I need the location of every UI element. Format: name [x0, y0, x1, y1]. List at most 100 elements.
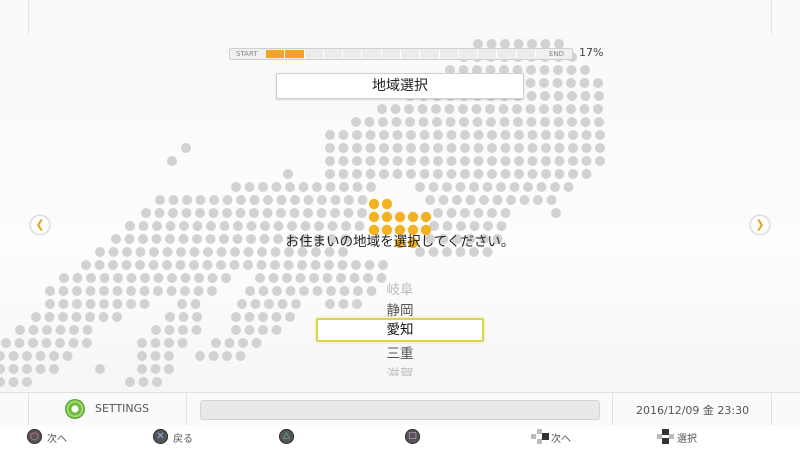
map-dot: [338, 156, 349, 166]
progress-segment: [400, 50, 421, 58]
map-dot: [541, 143, 551, 153]
picker-item-shiga[interactable]: 滋賀: [316, 363, 484, 376]
map-dot: [195, 351, 205, 361]
map-dot: [594, 117, 604, 127]
map-dot: [180, 273, 191, 283]
map-dot: [164, 364, 174, 374]
progress-segment: [497, 50, 517, 58]
map-dot: [207, 286, 217, 296]
map-dot: [525, 104, 536, 114]
map-dot: [285, 312, 295, 322]
map-dot: [540, 91, 550, 101]
map-dot: [553, 117, 564, 127]
map-dot: [446, 208, 457, 218]
map-dot: [351, 117, 361, 127]
map-dot: [237, 299, 247, 309]
picker-item-gifu[interactable]: 岐阜: [316, 278, 484, 298]
map-dot: [282, 273, 292, 283]
map-dot: [125, 377, 135, 387]
map-dot: [8, 377, 19, 387]
map-dot: [392, 156, 403, 166]
map-dot: [208, 351, 219, 361]
guide-circle-label: 次へ: [47, 434, 67, 445]
map-dot: [325, 143, 335, 153]
map-dot: [593, 104, 603, 114]
map-dot: [271, 312, 282, 322]
map-dot: [289, 208, 300, 218]
instruction-text: お住まいの地域を選択してください。: [285, 234, 515, 250]
map-dot: [82, 325, 93, 335]
map-dot: [81, 260, 91, 270]
map-dot: [181, 208, 192, 218]
map-dot: [181, 143, 191, 153]
map-dot: [35, 364, 46, 374]
map-dot: [433, 156, 443, 166]
map-dot: [299, 286, 309, 296]
map-dot: [235, 208, 246, 218]
progress-percent: 17%: [579, 46, 604, 59]
map-dot: [138, 377, 149, 387]
map-dot: [126, 273, 137, 283]
map-dot: [86, 273, 96, 283]
map-dot: [417, 104, 428, 114]
map-dot: [579, 78, 590, 88]
map-dot: [568, 156, 578, 166]
progress-segments: [266, 50, 536, 58]
picker-item-aichi-selected[interactable]: 愛知: [316, 318, 484, 342]
map-dot: [446, 169, 457, 179]
map-dot: [194, 273, 204, 283]
map-dot: [539, 78, 549, 88]
button-guide-bar: ○ 次へ ✕ 戻る △ □ 次へ 選択: [0, 425, 800, 450]
map-dot: [378, 117, 388, 127]
square-button-icon: □: [405, 429, 420, 444]
map-dot: [392, 130, 403, 140]
map-dot: [404, 104, 414, 114]
map-dot: [460, 130, 470, 140]
map-dot: [208, 208, 219, 218]
map-dot: [581, 143, 592, 153]
map-dot: [406, 130, 416, 140]
map-dot: [460, 169, 470, 179]
map-dot: [469, 182, 479, 192]
map-dot: [316, 208, 327, 218]
map-dot: [499, 117, 510, 127]
map-dot: [126, 299, 136, 309]
picker-item-mie[interactable]: 三重: [316, 342, 484, 362]
map-dot: [285, 286, 296, 296]
map-dot: [580, 65, 590, 75]
map-dot: [42, 325, 52, 335]
map-dot: [250, 299, 261, 309]
map-dot: [193, 286, 204, 296]
map-dot: [244, 182, 255, 192]
map-dot: [155, 195, 165, 205]
map-dot: [249, 208, 259, 218]
dpad-right-icon: [531, 429, 549, 444]
map-dot: [85, 299, 96, 309]
map-dot-highlighted: [420, 211, 432, 223]
map-dot-highlighted: [368, 211, 380, 223]
status-field: [200, 400, 600, 420]
map-dot: [465, 195, 476, 205]
map-dot: [526, 65, 536, 75]
map-dot: [378, 260, 388, 270]
map-dot: [391, 117, 402, 127]
map-dot: [231, 325, 241, 335]
map-dot: [112, 299, 123, 309]
map-dot: [1, 338, 11, 348]
region-picker[interactable]: 岐阜 静岡 愛知 三重 滋賀: [316, 278, 484, 378]
map-dot: [419, 169, 430, 179]
map-dot: [533, 195, 543, 205]
map-dot: [519, 195, 530, 205]
picker-item-shizuoka[interactable]: 静岡: [316, 299, 484, 319]
map-dot: [137, 364, 147, 374]
map-dot: [162, 260, 172, 270]
map-dot: [166, 286, 177, 296]
map-dot: [262, 208, 273, 218]
map-dot: [276, 208, 286, 218]
map-dot: [95, 364, 105, 374]
map-dot: [325, 182, 336, 192]
settings-button[interactable]: SETTINGS: [28, 393, 187, 425]
map-dot: [365, 156, 376, 166]
map-dot: [486, 117, 496, 127]
map-dot: [525, 78, 536, 88]
